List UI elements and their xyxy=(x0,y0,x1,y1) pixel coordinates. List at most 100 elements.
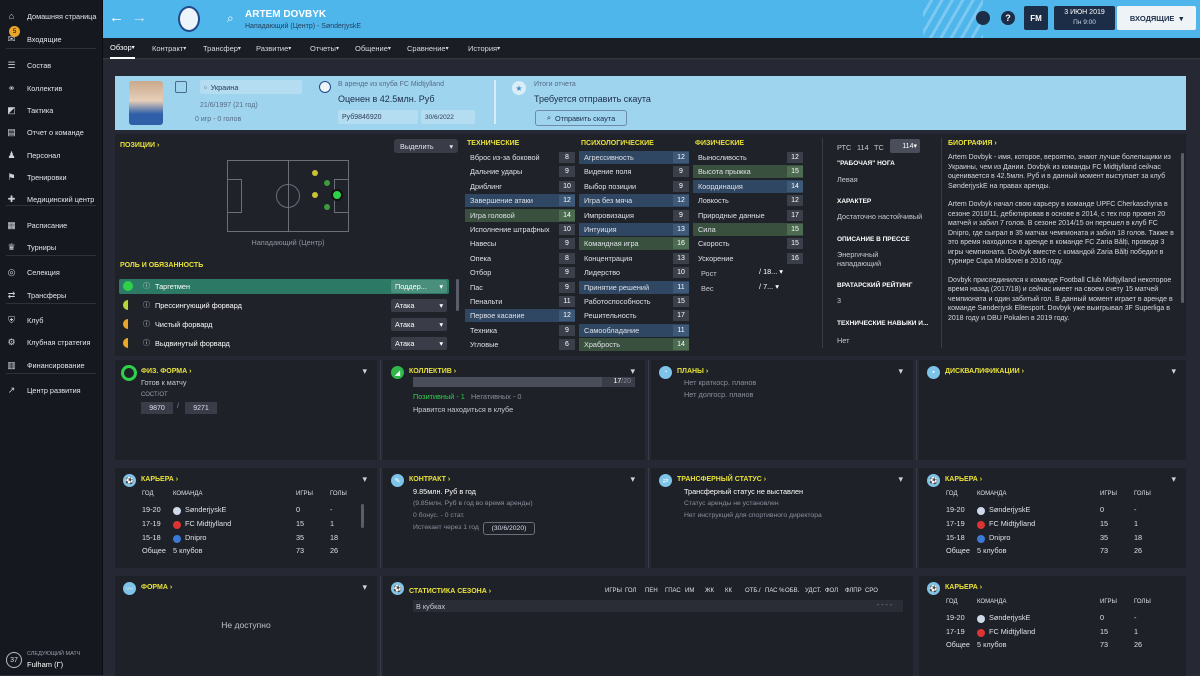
career-title[interactable]: КАРЬЕРА › xyxy=(945,584,982,591)
sidebar-item-staff[interactable]: ♟ Персонал xyxy=(0,145,103,165)
attribute-row[interactable]: Дальние удары 9 xyxy=(465,165,575,178)
sidebar-item-transfers[interactable]: ⇄ Трансферы xyxy=(0,285,103,305)
attribute-row[interactable]: Выбор позиции 9 xyxy=(579,180,689,193)
sidebar-item-scouting[interactable]: ◎ Селекция xyxy=(0,262,103,282)
sidebar-item-club[interactable]: ⛨ Клуб xyxy=(0,310,103,330)
attribute-row[interactable]: Угловые 6 xyxy=(465,338,575,351)
sidebar-item-trophy[interactable]: ♛ Турниры xyxy=(0,237,103,257)
career-row[interactable]: 17-19 FC Midtjylland 15 1 xyxy=(115,518,355,531)
career-title[interactable]: КАРЬЕРА › xyxy=(141,476,178,483)
attribute-row[interactable]: Работоспособность 15 xyxy=(579,295,689,308)
sidebar-item-squad[interactable]: ☰ Состав xyxy=(0,55,103,75)
bio-title[interactable]: БИОГРАФИЯ › xyxy=(948,140,997,147)
season-col-header[interactable]: КК xyxy=(725,588,732,594)
attribute-row[interactable]: Завершение атаки 12 xyxy=(465,194,575,208)
career-scrollbar[interactable] xyxy=(361,504,364,528)
season-col-header[interactable]: ИГРЫ xyxy=(605,588,622,594)
season-col-header[interactable]: ПЕН xyxy=(645,588,658,594)
season-col-header[interactable]: ФЛПР xyxy=(845,588,862,594)
career-row[interactable]: 19-20 SønderjyskE 0 - xyxy=(919,612,1159,625)
fitness-title[interactable]: ФИЗ. ФОРМА › xyxy=(141,368,191,375)
sidebar-item-report[interactable]: ▤ Отчет о команде xyxy=(0,122,103,142)
sidebar-item-tactics[interactable]: ◩ Тактика xyxy=(0,100,103,120)
tab-4[interactable]: Отчеты ▾ xyxy=(310,38,339,59)
chevron-down-icon[interactable]: ▾ xyxy=(1171,474,1176,485)
back-arrow-icon[interactable]: ← xyxy=(109,9,124,26)
next-match[interactable]: 37 СЛЕДУЮЩИЙ МАТЧ Fulham (Г) xyxy=(4,650,100,672)
attribute-row[interactable]: Скорость 15 xyxy=(693,237,803,250)
attribute-row[interactable]: Концентрация 13 xyxy=(579,252,689,265)
fm-menu-button[interactable]: FM xyxy=(1024,6,1048,30)
sidebar-item-development[interactable]: ↗ Центр развития xyxy=(0,380,103,400)
duty-select[interactable]: Поддер... ▾ xyxy=(391,280,447,293)
tab-3[interactable]: Развитие ▾ xyxy=(256,38,291,59)
season-col-header[interactable]: ГПАС xyxy=(665,588,681,594)
weight-value[interactable]: / 7... ▾ xyxy=(759,282,779,291)
season-col-header[interactable]: ФОЛ xyxy=(825,588,838,594)
help-icon[interactable]: ? xyxy=(1001,11,1015,25)
tab-5[interactable]: Общение ▾ xyxy=(355,38,391,59)
tc-select[interactable]: 114 ▾ xyxy=(890,139,920,153)
tab-1[interactable]: Контракт ▾ xyxy=(152,38,186,59)
season-col-header[interactable]: СРО xyxy=(865,588,878,594)
chevron-down-icon[interactable]: ▾ xyxy=(630,366,635,377)
sidebar-item-inbox[interactable]: ✉ Входящие 5 xyxy=(0,26,103,49)
attribute-row[interactable]: Координация 14 xyxy=(693,179,803,193)
career-row[interactable]: 17-19 FC Midtjylland 15 1 xyxy=(919,518,1159,531)
search-icon[interactable]: ⌕ xyxy=(227,11,234,26)
season-col-header[interactable]: УДСТ. xyxy=(805,588,821,594)
sidebar-item-calendar[interactable]: ▦ Расписание xyxy=(0,215,103,235)
chevron-down-icon[interactable]: ▾ xyxy=(1171,366,1176,377)
career-row[interactable]: 15-18 Dnipro 35 18 xyxy=(115,532,355,545)
attribute-row[interactable]: Выносливость 12 xyxy=(693,151,803,164)
discipline-title[interactable]: ДИСКВАЛИФИКАЦИИ › xyxy=(945,368,1024,375)
attribute-row[interactable]: Сила 15 xyxy=(693,223,803,236)
attribute-row[interactable]: Агрессивность 12 xyxy=(579,151,689,164)
sidebar-item-dynamics[interactable]: ⚭ Коллектив xyxy=(0,78,103,98)
plans-title[interactable]: ПЛАНЫ › xyxy=(677,368,708,375)
season-col-header[interactable]: ПАС % xyxy=(765,588,785,594)
attribute-row[interactable]: Опека 8 xyxy=(465,252,575,265)
attribute-row[interactable]: Пас 9 xyxy=(465,281,575,294)
info-icon[interactable]: ⓘ xyxy=(143,319,150,329)
attribute-row[interactable]: Лидерство 10 xyxy=(579,266,689,279)
season-col-header[interactable]: ЖК xyxy=(705,588,714,594)
bio-scrollbar[interactable] xyxy=(1181,153,1184,303)
form-title[interactable]: ФОРМА › xyxy=(141,584,172,591)
forward-arrow-icon[interactable]: → xyxy=(132,9,147,26)
manager-icon[interactable] xyxy=(976,11,990,25)
career-title[interactable]: КАРЬЕРА › xyxy=(945,476,982,483)
attribute-row[interactable]: Самообладание 11 xyxy=(579,323,689,337)
tab-2[interactable]: Трансфер ▾ xyxy=(203,38,241,59)
height-value[interactable]: / 18... ▾ xyxy=(759,267,783,276)
nationality-field[interactable]: ▫ Украина xyxy=(200,80,302,94)
attribute-row[interactable]: Отбор 9 xyxy=(465,266,575,279)
duty-select[interactable]: Атака ▾ xyxy=(391,299,447,312)
chevron-down-icon[interactable]: ▾ xyxy=(362,366,367,377)
attribute-row[interactable]: Импровизация 9 xyxy=(579,209,689,222)
role-row[interactable]: ⓘ Чистый форвард Атака ▾ xyxy=(119,317,449,332)
send-scout-button[interactable]: ⌕ Отправить скаута xyxy=(535,110,627,126)
attribute-row[interactable]: Первое касание 12 xyxy=(465,309,575,323)
sidebar-item-training[interactable]: ⚑ Тренировки xyxy=(0,167,103,187)
info-icon[interactable]: ⓘ xyxy=(143,300,150,310)
transfer-title[interactable]: ТРАНСФЕРНЫЙ СТАТУС › xyxy=(677,476,766,483)
tab-6[interactable]: Сравнение ▾ xyxy=(407,38,449,59)
chevron-down-icon[interactable]: ▾ xyxy=(362,582,367,593)
season-col-header[interactable]: ГОЛ xyxy=(625,588,636,594)
chevron-down-icon[interactable]: ▾ xyxy=(898,474,903,485)
dynamics-title[interactable]: КОЛЛЕКТИВ › xyxy=(409,368,456,375)
season-row[interactable]: В кубках - - - - xyxy=(413,600,903,612)
attribute-row[interactable]: Навесы 9 xyxy=(465,237,575,250)
info-icon[interactable]: ⓘ xyxy=(143,338,150,348)
season-title[interactable]: СТАТИСТИКА СЕЗОНА › xyxy=(409,588,491,595)
career-row[interactable]: 17-19 FC Midtjylland 15 1 xyxy=(919,626,1159,639)
career-row[interactable]: 19-20 SønderjyskE 0 - xyxy=(115,504,355,517)
positions-title[interactable]: ПОЗИЦИИ › xyxy=(120,142,159,149)
attribute-row[interactable]: Ускорение 16 xyxy=(693,252,803,265)
duty-select[interactable]: Атака ▾ xyxy=(391,318,447,331)
attribute-row[interactable]: Природные данные 17 xyxy=(693,209,803,222)
chevron-down-icon[interactable]: ▾ xyxy=(898,366,903,377)
attribute-row[interactable]: Исполнение штрафных 10 xyxy=(465,223,575,236)
role-row[interactable]: ⓘ Выдвинутый форвард Атака ▾ xyxy=(119,336,449,351)
